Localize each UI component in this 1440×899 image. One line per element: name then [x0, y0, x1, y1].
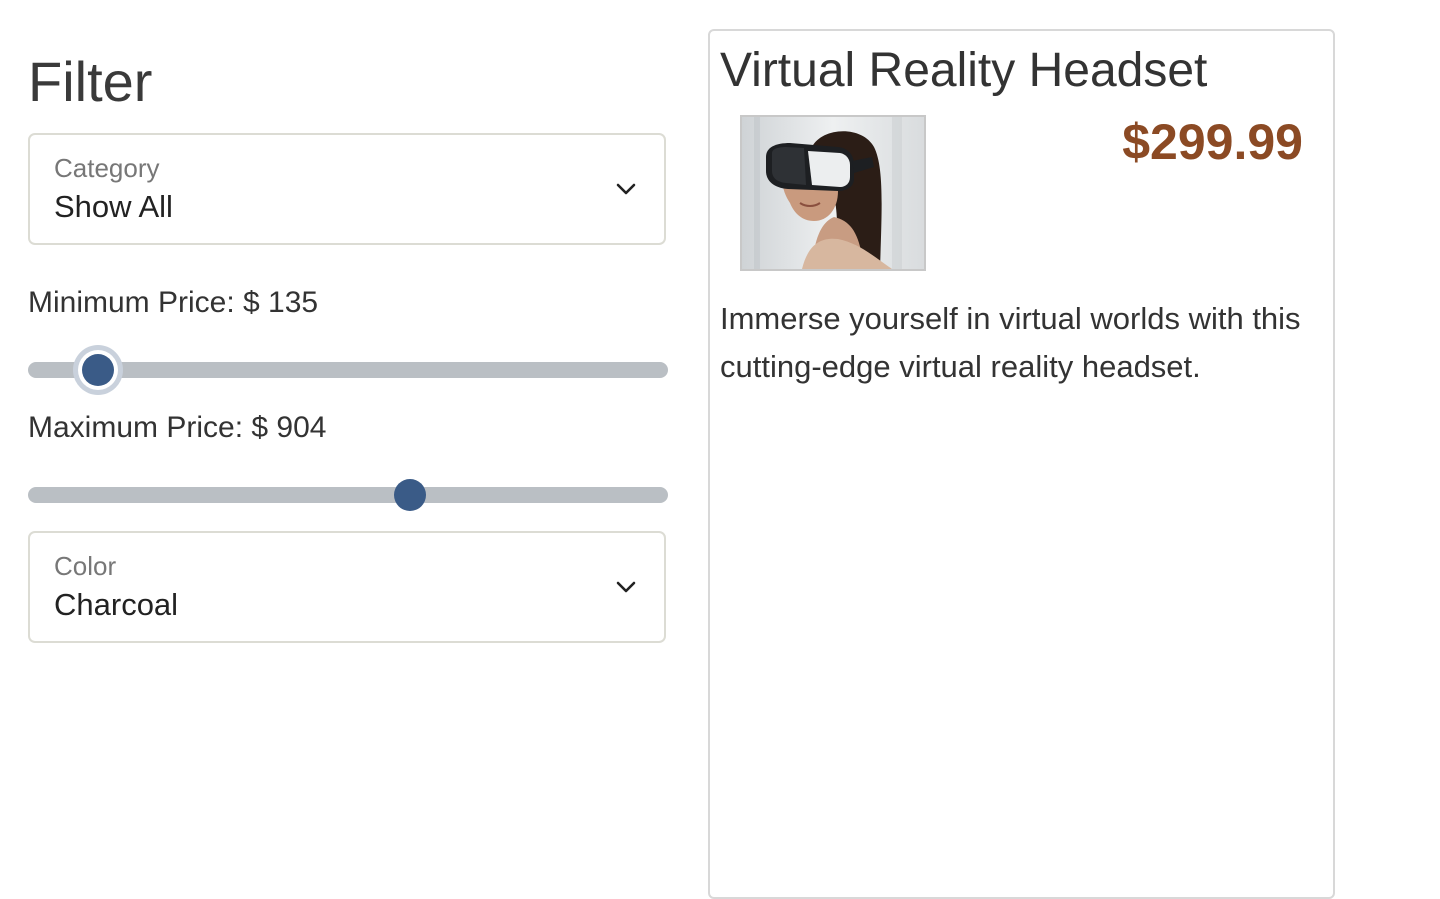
min-price-slider[interactable]	[28, 351, 668, 387]
max-price-thumb[interactable]	[394, 479, 427, 511]
filter-title: Filter	[28, 50, 153, 113]
product-price: $299.99	[1122, 114, 1303, 170]
min-price-thumb[interactable]	[82, 354, 115, 386]
category-select[interactable]: Category Show All	[28, 133, 666, 245]
max-price-label: Maximum Price: $ 904	[28, 411, 327, 444]
vr-headset-photo	[742, 117, 924, 269]
chevron-down-icon	[616, 183, 636, 195]
min-price-label: Minimum Price: $ 135	[28, 286, 319, 319]
product-name: Virtual Reality Headset	[720, 44, 1208, 97]
max-price-slider[interactable]	[28, 476, 668, 512]
max-price-track	[28, 487, 668, 503]
product-image	[740, 115, 926, 271]
min-price-track	[28, 362, 668, 378]
color-value: Charcoal	[54, 587, 179, 622]
chevron-down-icon	[616, 581, 636, 593]
category-label: Category	[54, 153, 160, 183]
color-select[interactable]: Color Charcoal	[28, 531, 666, 643]
color-label: Color	[54, 551, 117, 581]
product-card[interactable]: Virtual Reality Headset $299.99 Immerse …	[708, 29, 1335, 899]
category-value: Show All	[54, 189, 173, 224]
product-description: Immerse yourself in virtual worlds with …	[720, 301, 1301, 384]
